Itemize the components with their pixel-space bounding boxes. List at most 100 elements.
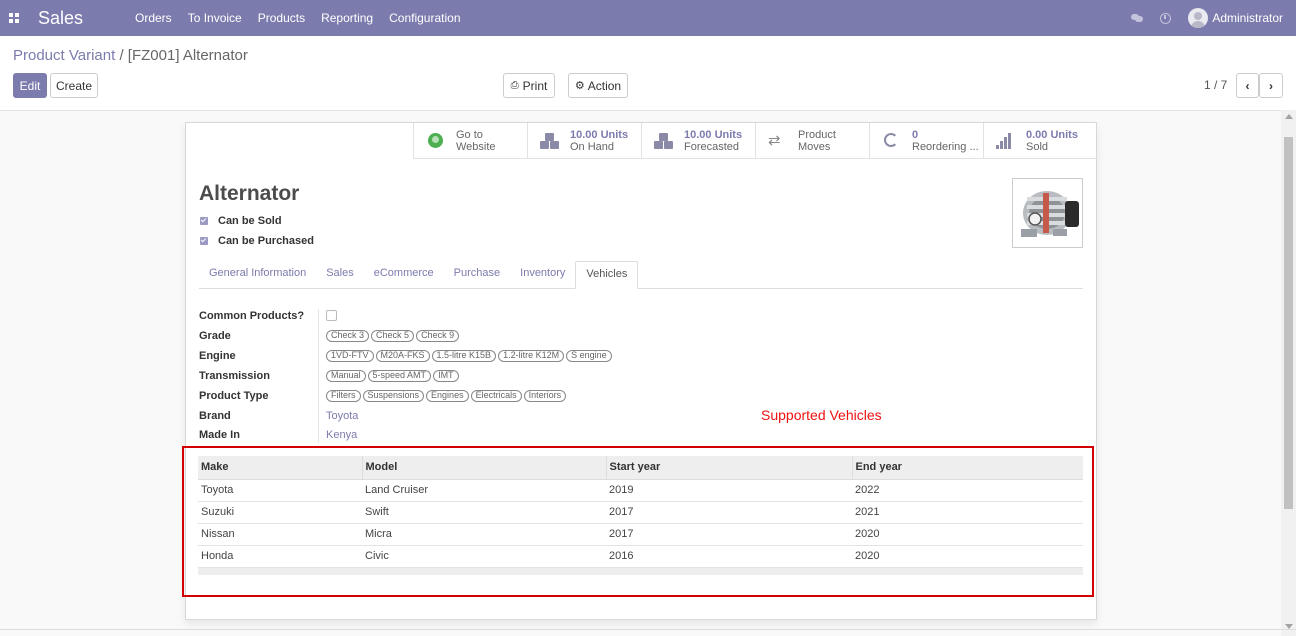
scroll-up-arrow-icon[interactable]	[1285, 114, 1293, 119]
menu-item-configuration[interactable]: Configuration	[381, 0, 468, 36]
brand-label: Brand	[199, 410, 231, 422]
vertical-scrollbar[interactable]	[1281, 110, 1296, 636]
product-type-tag[interactable]: Engines	[426, 390, 469, 402]
forecasted-smart-button[interactable]: 10.00 Units Forecasted	[641, 123, 755, 159]
can-be-purchased-checkbox[interactable]	[200, 237, 208, 245]
can-be-purchased-row: Can be Purchased	[200, 235, 314, 247]
print-icon: ⎙	[510, 80, 519, 91]
engine-tag[interactable]: 1.5-litre K15B	[431, 350, 497, 362]
create-button[interactable]: Create	[50, 73, 98, 98]
navbar-systray: Administrator	[1131, 0, 1296, 36]
cubes-icon	[540, 131, 560, 151]
reordering-value: 0	[912, 128, 919, 141]
tab-inventory[interactable]: Inventory	[510, 261, 575, 289]
on-hand-smart-button[interactable]: 10.00 Units On Hand	[527, 123, 641, 159]
print-button[interactable]: ⎙ Print	[503, 73, 555, 98]
transmission-tag[interactable]: 5-speed AMT	[367, 370, 432, 382]
brand-link[interactable]: Toyota	[326, 410, 358, 422]
apps-menu-icon[interactable]	[9, 13, 19, 23]
product-name[interactable]: Alternator	[199, 182, 299, 206]
engine-tag[interactable]: 1VD-FTV	[326, 350, 374, 362]
common-products-field	[326, 310, 337, 321]
tab-general-information[interactable]: General Information	[199, 261, 316, 289]
chat-icon[interactable]	[1131, 13, 1144, 23]
website-smart-button-line2: Website	[456, 140, 496, 153]
sold-label: Sold	[1026, 140, 1049, 153]
engine-tag[interactable]: M20A-FKS	[375, 350, 430, 362]
grade-tag[interactable]: Check 3	[326, 330, 370, 342]
sold-smart-button[interactable]: 0.00 Units Sold	[983, 123, 1097, 159]
tab-purchase[interactable]: Purchase	[444, 261, 510, 289]
breadcrumb-parent[interactable]: Product Variant	[13, 47, 115, 64]
product-type-tag[interactable]: Suspensions	[362, 390, 425, 402]
can-be-purchased-label: Can be Purchased	[218, 235, 314, 247]
product-type-tag[interactable]: Electricals	[470, 390, 522, 402]
grade-tag[interactable]: Check 9	[416, 330, 460, 342]
globe-icon	[426, 131, 446, 151]
tab-sales[interactable]: Sales	[316, 261, 364, 289]
pager-value[interactable]: 1 / 7	[1204, 78, 1227, 92]
tab-vehicles[interactable]: Vehicles	[575, 261, 639, 289]
made-in-link[interactable]: Kenya	[326, 429, 357, 441]
can-be-sold-row: Can be Sold	[200, 215, 282, 227]
annotation-highlight-box	[182, 446, 1094, 597]
grade-tag[interactable]: Check 5	[371, 330, 415, 342]
transmission-tag[interactable]: Manual	[326, 370, 366, 382]
transmission-tags[interactable]: Manual 5-speed AMT IMT	[326, 370, 461, 382]
breadcrumb: Product Variant / [FZ001] Alternator	[13, 47, 248, 64]
engine-tags[interactable]: 1VD-FTV M20A-FKS 1.5-litre K15B 1.2-litr…	[326, 350, 614, 362]
pager-next-button[interactable]: ›	[1259, 73, 1283, 98]
exchange-icon: ⇄	[768, 131, 781, 149]
forecasted-value: 10.00 Units	[684, 128, 743, 141]
common-products-checkbox[interactable]	[326, 310, 337, 321]
grade-tags[interactable]: Check 3 Check 5 Check 9	[326, 330, 461, 342]
product-type-tags[interactable]: Filters Suspensions Engines Electricals …	[326, 390, 568, 402]
scrollbar-thumb[interactable]	[1284, 137, 1293, 509]
signal-bars-icon	[996, 131, 1016, 151]
edit-button[interactable]: Edit	[13, 73, 47, 98]
refresh-icon	[882, 131, 902, 151]
app-brand[interactable]: Sales	[38, 8, 108, 29]
chevron-left-icon: ‹	[1245, 78, 1250, 93]
can-be-sold-label: Can be Sold	[218, 215, 282, 227]
common-products-label: Common Products?	[199, 310, 305, 322]
cubes-icon	[654, 131, 674, 151]
transmission-label: Transmission	[199, 370, 270, 382]
reordering-smart-button[interactable]: 0 Reordering ...	[869, 123, 983, 159]
engine-tag[interactable]: S engine	[566, 350, 612, 362]
transmission-tag[interactable]: IMT	[433, 370, 459, 382]
activity-clock-icon[interactable]	[1160, 12, 1172, 24]
website-smart-button-line1: Go to	[456, 128, 483, 141]
action-button[interactable]: ⚙ Action	[568, 73, 628, 98]
menu-item-to-invoice[interactable]: To Invoice	[180, 0, 250, 36]
menu-item-products[interactable]: Products	[250, 0, 313, 36]
main-menu: Orders To Invoice Products Reporting Con…	[127, 0, 469, 36]
product-type-tag[interactable]: Filters	[326, 390, 361, 402]
gear-icon: ⚙	[574, 80, 585, 92]
user-menu[interactable]: Administrator	[1212, 11, 1283, 25]
top-navbar: Sales Orders To Invoice Products Reporti…	[0, 0, 1296, 36]
annotation-label: Supported Vehicles	[761, 407, 882, 423]
product-moves-smart-button[interactable]: ⇄ Product Moves	[755, 123, 869, 159]
menu-item-orders[interactable]: Orders	[127, 0, 180, 36]
on-hand-label: On Hand	[570, 140, 615, 153]
breadcrumb-current: [FZ001] Alternator	[127, 47, 248, 64]
menu-item-reporting[interactable]: Reporting	[313, 0, 381, 36]
engine-label: Engine	[199, 350, 236, 362]
grade-label: Grade	[199, 330, 231, 342]
product-image[interactable]	[1012, 178, 1083, 248]
website-smart-button[interactable]: Go to Website	[413, 123, 528, 159]
user-avatar[interactable]	[1188, 8, 1209, 28]
breadcrumb-separator: /	[119, 47, 124, 64]
tab-ecommerce[interactable]: eCommerce	[364, 261, 444, 289]
sold-value: 0.00 Units	[1026, 128, 1078, 141]
product-moves-label: Product Moves	[798, 128, 836, 153]
engine-tag[interactable]: 1.2-litre K12M	[498, 350, 565, 362]
pager-previous-button[interactable]: ‹	[1236, 73, 1259, 98]
action-label: Action	[587, 78, 622, 93]
forecasted-label: Forecasted	[684, 140, 740, 153]
can-be-sold-checkbox[interactable]	[200, 217, 208, 225]
product-type-label: Product Type	[199, 390, 269, 402]
product-type-tag[interactable]: Interiors	[523, 390, 567, 402]
notebook-tabs: General Information Sales eCommerce Purc…	[199, 261, 1083, 289]
